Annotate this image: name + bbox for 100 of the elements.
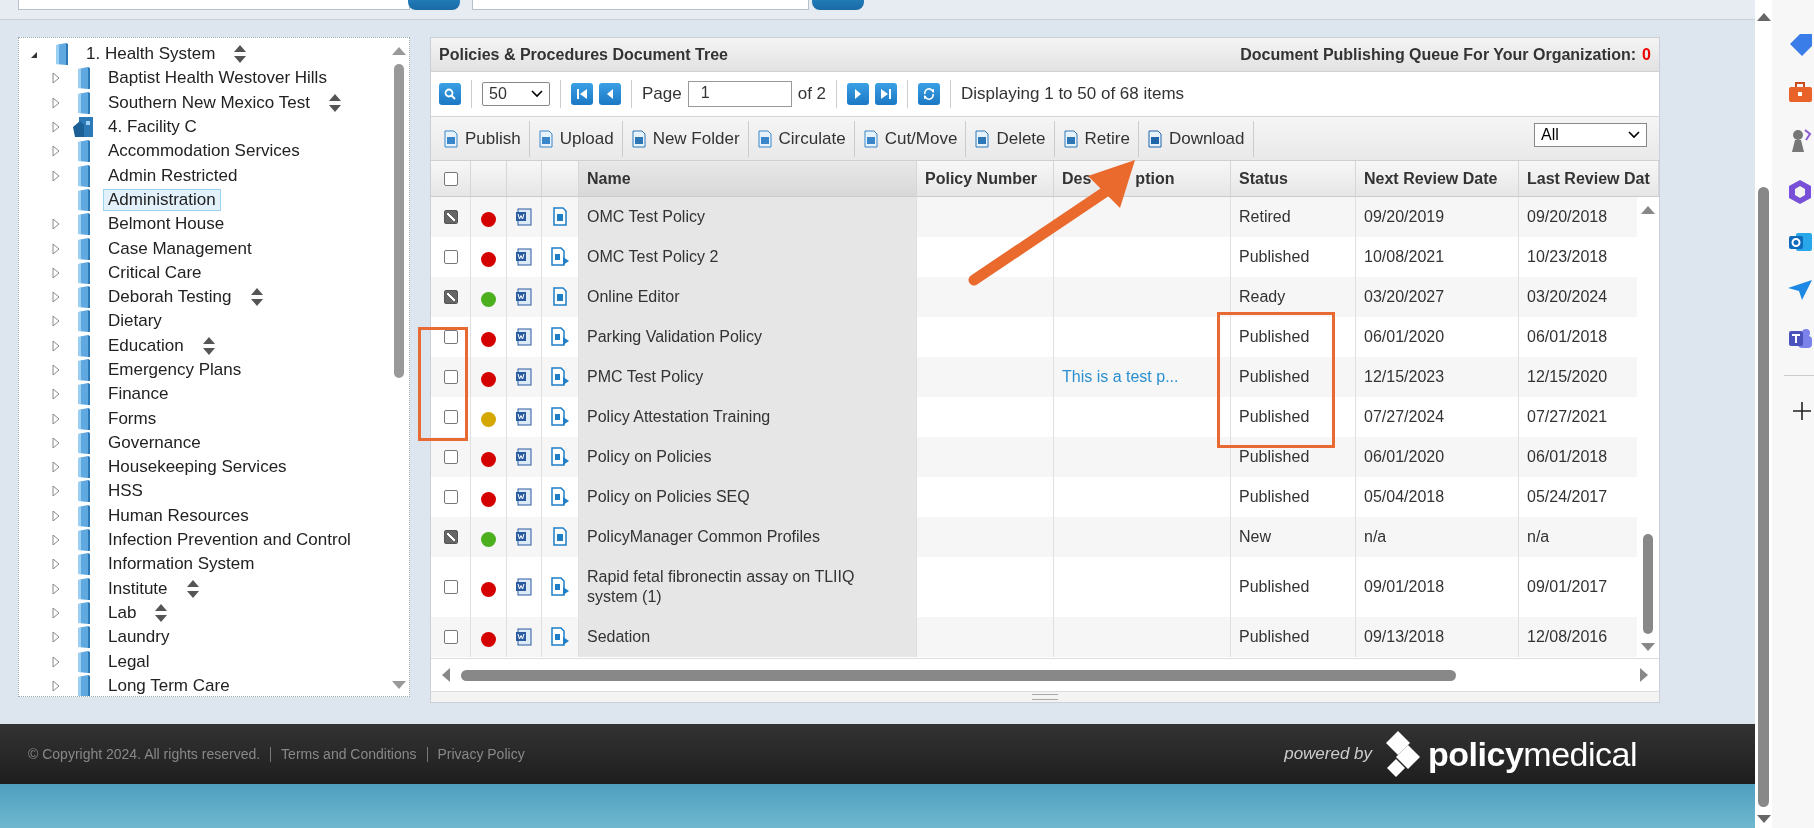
expand-icon[interactable] xyxy=(51,412,61,425)
refresh-button[interactable] xyxy=(918,83,941,105)
tree-item[interactable]: Administration xyxy=(103,188,221,211)
last-review-header[interactable]: Last Review Dat xyxy=(1527,169,1650,188)
expand-icon[interactable] xyxy=(51,339,61,352)
name-header[interactable]: Name xyxy=(587,169,631,188)
scroll-up-icon[interactable] xyxy=(1756,12,1771,21)
tree-item[interactable]: Lab xyxy=(103,601,142,624)
document-arrow-icon[interactable] xyxy=(550,627,570,647)
toolbar-button[interactable]: Publish xyxy=(435,120,530,157)
status-header[interactable]: Status xyxy=(1239,169,1288,188)
tree-item[interactable]: Admin Restricted xyxy=(103,164,243,187)
expand-icon[interactable] xyxy=(51,509,61,522)
tree-item[interactable]: Infection Prevention and Control xyxy=(103,529,356,552)
next-page-button[interactable] xyxy=(847,83,870,105)
footer-link[interactable]: Terms and Conditions xyxy=(281,746,417,762)
tree-item[interactable]: Education xyxy=(103,334,189,357)
page-size-select[interactable]: 50 xyxy=(482,82,550,106)
word-document-icon[interactable] xyxy=(515,628,533,646)
tree-item[interactable]: Emergency Plans xyxy=(103,359,247,381)
footer-link[interactable]: Privacy Policy xyxy=(437,746,525,762)
checkbox[interactable] xyxy=(443,410,458,424)
document-arrow-icon[interactable] xyxy=(550,447,570,467)
checkbox[interactable] xyxy=(443,330,458,344)
expand-icon[interactable] xyxy=(51,169,61,182)
mail-icon[interactable] xyxy=(1788,230,1812,254)
expand-icon[interactable] xyxy=(51,631,61,644)
word-document-icon[interactable] xyxy=(515,248,533,266)
document-arrow-icon[interactable] xyxy=(550,247,570,267)
word-document-icon[interactable] xyxy=(515,488,533,506)
tree-item[interactable]: Institute xyxy=(103,577,173,600)
tree-item[interactable]: Southern New Mexico Test xyxy=(103,91,315,114)
expand-icon[interactable] xyxy=(51,388,61,401)
plus-icon[interactable] xyxy=(1792,401,1812,421)
tree-item[interactable]: Baptist Health Westover Hills xyxy=(103,67,332,90)
tree-item[interactable]: Deborah Testing xyxy=(103,286,237,309)
scroll-thumb[interactable] xyxy=(394,64,404,378)
tree-item[interactable]: Information System xyxy=(103,553,260,576)
next-review-header[interactable]: Next Review Date xyxy=(1364,169,1498,188)
tree-item[interactable]: Governance xyxy=(103,431,206,454)
toolbar-button[interactable]: Circulate xyxy=(748,120,855,157)
document-arrow-icon[interactable] xyxy=(550,487,570,507)
toolbar-button[interactable]: Cut/Move xyxy=(854,120,967,157)
document-arrow-icon[interactable] xyxy=(550,407,570,427)
search-button[interactable] xyxy=(439,83,461,105)
filter-select[interactable]: All xyxy=(1534,122,1647,147)
first-page-button[interactable] xyxy=(571,83,593,105)
toolbar-button[interactable]: Download xyxy=(1138,120,1254,157)
tree-item[interactable]: Human Resources xyxy=(103,504,254,527)
checkbox[interactable] xyxy=(443,490,458,504)
document-arrow-icon[interactable] xyxy=(550,577,570,597)
checkbox[interactable] xyxy=(443,171,458,186)
expand-icon[interactable] xyxy=(51,679,61,692)
word-document-icon[interactable] xyxy=(515,448,533,466)
scroll-up-icon[interactable] xyxy=(392,46,406,56)
word-document-icon[interactable] xyxy=(515,408,533,426)
sort-icon[interactable] xyxy=(202,336,215,355)
expand-icon[interactable] xyxy=(51,145,61,158)
tree-item[interactable]: Finance xyxy=(103,383,174,406)
hexagon-icon[interactable] xyxy=(1788,179,1812,205)
expand-icon[interactable] xyxy=(51,582,61,595)
expand-icon[interactable] xyxy=(51,436,61,449)
word-document-icon[interactable] xyxy=(515,368,533,386)
expand-icon[interactable] xyxy=(51,121,61,134)
expand-icon[interactable] xyxy=(51,72,61,85)
document-arrow-icon[interactable] xyxy=(550,367,570,387)
expand-icon[interactable] xyxy=(51,96,61,109)
word-document-icon[interactable] xyxy=(515,288,533,306)
expand-icon[interactable] xyxy=(51,218,61,231)
previous-page-button[interactable] xyxy=(599,83,621,105)
expand-icon[interactable] xyxy=(51,558,61,571)
checkbox[interactable] xyxy=(443,580,458,594)
scroll-left-icon[interactable] xyxy=(441,668,451,682)
sort-icon[interactable] xyxy=(155,603,168,622)
checkbox[interactable] xyxy=(443,530,458,544)
resize-handle[interactable] xyxy=(1032,694,1058,700)
toolbox-icon[interactable] xyxy=(1788,81,1812,103)
document-icon[interactable] xyxy=(552,207,568,227)
word-document-icon[interactable] xyxy=(515,528,533,546)
sort-icon[interactable] xyxy=(328,93,341,112)
tree-item[interactable]: 1. Health System xyxy=(81,43,221,66)
page-input[interactable]: 1 xyxy=(687,81,792,107)
expand-icon[interactable] xyxy=(51,291,61,304)
policy-number-header[interactable]: Policy Number xyxy=(925,169,1038,188)
scroll-down-icon[interactable] xyxy=(1641,642,1655,652)
scroll-thumb[interactable] xyxy=(1643,534,1653,634)
checkbox[interactable] xyxy=(443,450,458,464)
toolbar-button[interactable]: Upload xyxy=(529,120,623,157)
scroll-thumb[interactable] xyxy=(461,669,1456,681)
expand-icon[interactable] xyxy=(51,461,61,474)
document-icon[interactable] xyxy=(552,287,568,307)
tree-item[interactable]: 4. Facility C xyxy=(103,116,202,139)
tree-item[interactable]: Housekeeping Services xyxy=(103,456,292,479)
tree-item[interactable]: Accommodation Services xyxy=(103,140,305,163)
word-document-icon[interactable] xyxy=(515,208,533,226)
last-page-button[interactable] xyxy=(875,83,898,105)
expand-icon[interactable] xyxy=(51,266,61,279)
document-icon[interactable] xyxy=(552,527,568,547)
page-scrollbar[interactable] xyxy=(1755,0,1772,828)
paper-plane-icon[interactable] xyxy=(1788,279,1812,301)
